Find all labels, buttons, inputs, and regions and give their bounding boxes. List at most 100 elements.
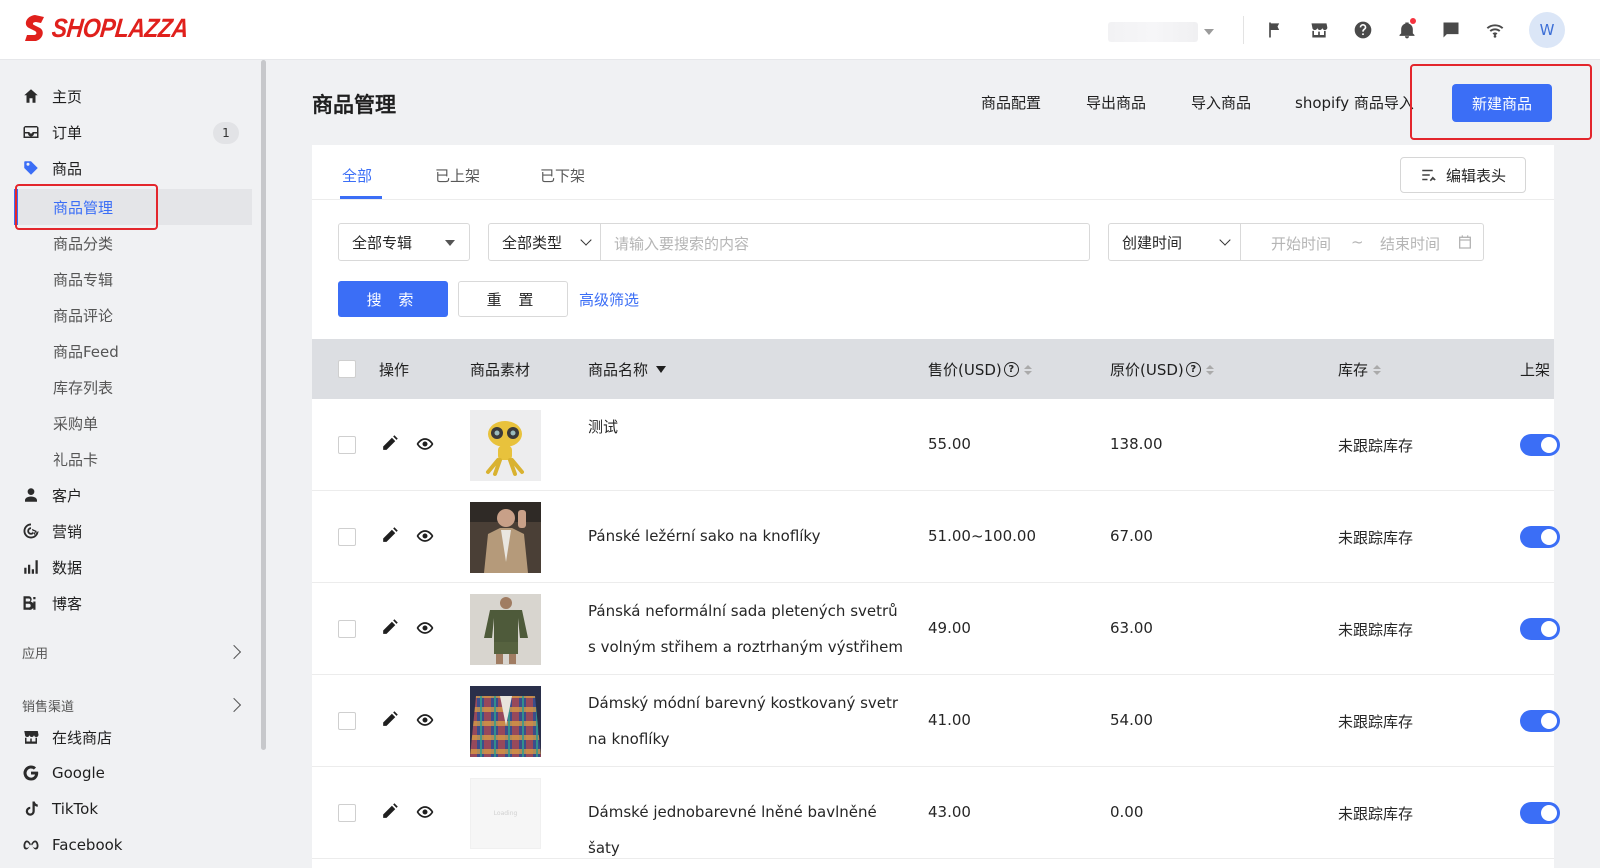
column-header-status: 上架 — [1520, 361, 1551, 379]
sidebar-sub-purchase-orders[interactable]: 采购单 — [53, 405, 98, 441]
thumbnail-loading-text: Loading — [493, 810, 518, 817]
product-name[interactable]: Dámský módní barevný kostkovaný svetr na… — [588, 685, 908, 757]
product-thumbnail[interactable] — [470, 410, 541, 481]
edit-table-header-button[interactable]: 编辑表头 — [1400, 157, 1526, 193]
sidebar-item-marketing[interactable]: 营销 — [22, 513, 82, 549]
help-icon[interactable] — [1351, 18, 1375, 42]
new-product-button[interactable]: 新建商品 — [1452, 84, 1552, 122]
column-header-stock[interactable]: 库存 — [1338, 359, 1382, 380]
section-apps[interactable]: 应用 — [22, 643, 48, 662]
help-circle-icon[interactable]: ? — [1185, 362, 1201, 377]
sidebar-item-products[interactable]: 商品 — [22, 150, 82, 186]
sidebar-sub-categories[interactable]: 商品分类 — [53, 225, 113, 261]
preview-eye-icon[interactable] — [415, 802, 435, 822]
date-range-separator: ~ — [1351, 233, 1364, 251]
product-name[interactable]: Pánské ležérní sako na knoflíky — [588, 518, 908, 554]
product-thumbnail[interactable] — [470, 594, 541, 665]
reset-button[interactable]: 重 置 — [458, 281, 568, 317]
column-header-name[interactable]: 商品名称 — [588, 359, 667, 380]
publish-toggle[interactable] — [1520, 802, 1560, 824]
sidebar-item-customers[interactable]: 客户 — [22, 477, 82, 513]
avatar[interactable]: W — [1529, 12, 1565, 48]
sidebar-item-label: 数据 — [52, 558, 83, 577]
import-products-link[interactable]: 导入商品 — [1191, 92, 1251, 113]
chart-icon — [22, 558, 40, 576]
edit-pencil-icon[interactable] — [379, 710, 399, 730]
collection-select-value: 全部专辑 — [352, 233, 413, 252]
tab-all[interactable]: 全部 — [342, 165, 372, 186]
column-header-compare-price[interactable]: 原价(USD) ? — [1110, 359, 1214, 380]
product-thumbnail-loading[interactable]: Loading — [470, 778, 541, 849]
sidebar-channel-google[interactable]: Google — [22, 755, 105, 791]
store-selector[interactable] — [1108, 20, 1226, 44]
sidebar-channel-facebook[interactable]: Facebook — [22, 827, 122, 863]
help-circle-icon[interactable]: ? — [1003, 362, 1019, 377]
edit-pencil-icon[interactable] — [379, 618, 399, 638]
wifi-icon[interactable] — [1483, 18, 1507, 42]
preview-eye-icon[interactable] — [415, 618, 435, 638]
sidebar-sub-gift-cards[interactable]: 礼品卡 — [53, 441, 98, 477]
row-checkbox[interactable] — [338, 620, 356, 638]
sidebar-item-analytics[interactable]: 数据 — [22, 549, 82, 585]
edit-pencil-icon[interactable] — [379, 434, 399, 454]
collection-select[interactable]: 全部专辑 — [338, 223, 470, 261]
tab-off-shelf[interactable]: 已下架 — [540, 165, 585, 186]
product-thumbnail[interactable] — [470, 686, 541, 757]
row-checkbox[interactable] — [338, 804, 356, 822]
sidebar-sub-product-management[interactable]: 商品管理 — [53, 189, 113, 225]
column-header-price[interactable]: 售价(USD) ? — [928, 359, 1032, 380]
column-header-stock-label: 库存 — [1338, 361, 1369, 379]
publish-toggle[interactable] — [1520, 618, 1560, 640]
publish-toggle[interactable] — [1520, 526, 1560, 548]
sidebar-sub-collections[interactable]: 商品专辑 — [53, 261, 113, 297]
edit-pencil-icon[interactable] — [379, 526, 399, 546]
chat-icon[interactable] — [1439, 18, 1463, 42]
product-name[interactable]: 测试 — [588, 409, 908, 445]
row-checkbox[interactable] — [338, 436, 356, 454]
sort-icon[interactable] — [1023, 364, 1032, 375]
product-settings-link[interactable]: 商品配置 — [981, 92, 1041, 113]
sidebar-item-orders[interactable]: 订单 — [22, 114, 82, 150]
export-products-link[interactable]: 导出商品 — [1086, 92, 1146, 113]
sidebar-sub-feed[interactable]: 商品Feed — [53, 333, 119, 369]
shopify-import-link[interactable]: shopify 商品导入 — [1295, 92, 1415, 113]
sidebar-sub-reviews[interactable]: 商品评论 — [53, 297, 113, 333]
calendar-icon[interactable] — [1457, 234, 1473, 250]
sidebar-sub-inventory[interactable]: 库存列表 — [53, 369, 113, 405]
preview-eye-icon[interactable] — [415, 526, 435, 546]
search-button[interactable]: 搜 索 — [338, 281, 448, 317]
type-select[interactable]: 全部类型 — [489, 224, 601, 260]
preview-eye-icon[interactable] — [415, 710, 435, 730]
end-date-input[interactable]: 结束时间 — [1380, 233, 1440, 254]
row-checkbox[interactable] — [338, 712, 356, 730]
product-name[interactable]: Pánská neformální sada pletených svetrů … — [588, 593, 908, 665]
sidebar-item-blog[interactable]: 博客 — [22, 585, 82, 621]
product-compare-price: 54.00 — [1110, 711, 1153, 729]
sidebar-item-home[interactable]: 主页 — [22, 78, 82, 114]
sidebar-channel-online-store[interactable]: 在线商店 — [22, 719, 112, 755]
bell-icon[interactable] — [1395, 18, 1419, 42]
publish-toggle[interactable] — [1520, 710, 1560, 732]
publish-toggle[interactable] — [1520, 434, 1560, 456]
sort-icon[interactable] — [1205, 364, 1214, 375]
edit-table-header-label: 编辑表头 — [1445, 166, 1506, 185]
store-icon[interactable] — [1307, 18, 1331, 42]
sidebar-channel-tiktok[interactable]: TikTok — [22, 791, 98, 827]
advanced-filter-link[interactable]: 高级筛选 — [579, 289, 639, 310]
shoplazza-logo[interactable]: SHOPLAZZA — [22, 12, 190, 42]
sort-icon[interactable] — [1373, 364, 1382, 375]
section-sales-channels[interactable]: 销售渠道 — [22, 696, 74, 715]
flag-icon[interactable] — [1263, 18, 1287, 42]
user-icon — [22, 486, 40, 504]
start-date-input[interactable]: 开始时间 — [1271, 233, 1331, 254]
time-field-select[interactable]: 创建时间 — [1109, 224, 1241, 260]
select-all-checkbox[interactable] — [338, 360, 356, 378]
preview-eye-icon[interactable] — [415, 434, 435, 454]
edit-pencil-icon[interactable] — [379, 802, 399, 822]
search-input[interactable]: 请输入要搜索的内容 — [614, 233, 749, 254]
product-thumbnail[interactable] — [470, 502, 541, 573]
product-name[interactable]: Dámské jednobarevné lněné bavlněné šaty — [588, 794, 908, 866]
tab-on-shelf[interactable]: 已上架 — [435, 165, 480, 186]
sidebar-scrollbar[interactable] — [261, 60, 266, 750]
row-checkbox[interactable] — [338, 528, 356, 546]
